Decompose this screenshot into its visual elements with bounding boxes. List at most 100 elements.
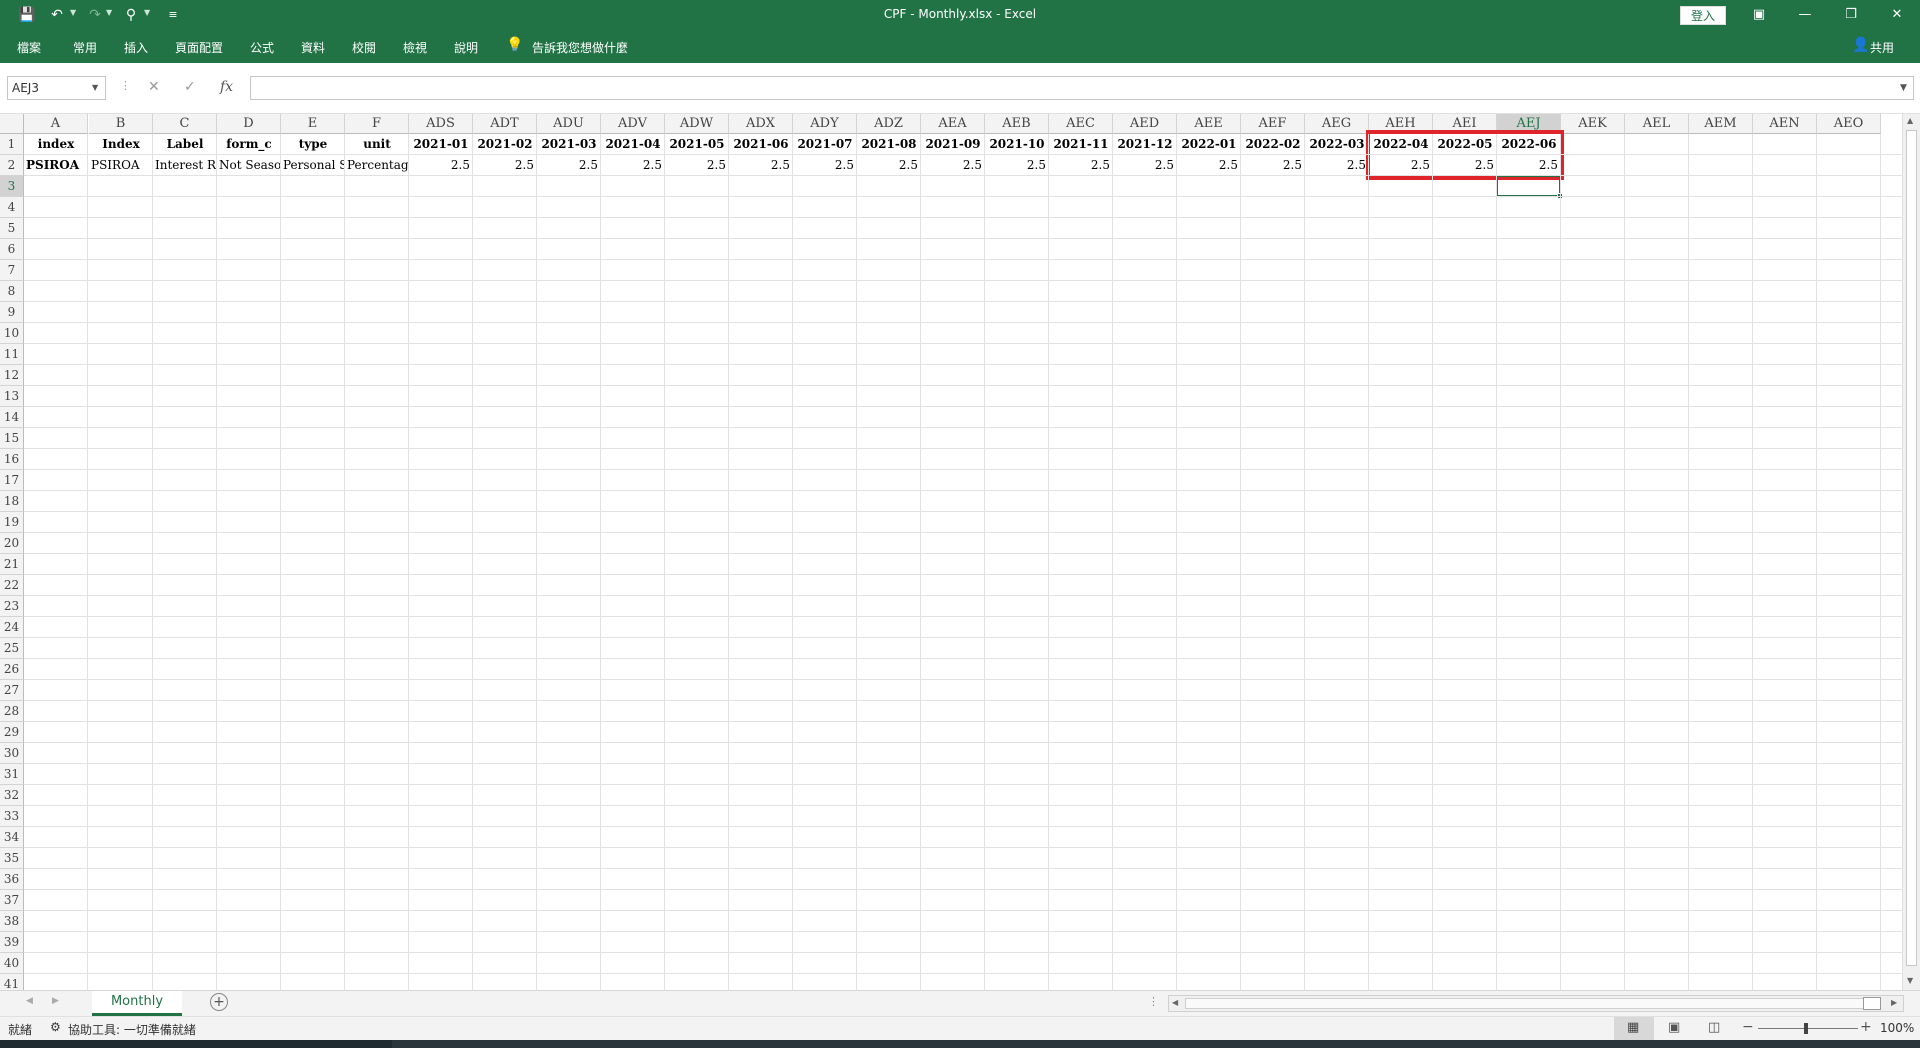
- sheet-tab-monthly[interactable]: Monthly: [92, 991, 182, 1016]
- row-header[interactable]: 37: [0, 890, 24, 911]
- row-header[interactable]: 41: [0, 974, 24, 990]
- column-header-aen[interactable]: AEN: [1753, 114, 1817, 134]
- horizontal-scroll-thumb[interactable]: [1863, 997, 1881, 1010]
- row-header[interactable]: 25: [0, 638, 24, 659]
- column-header-d[interactable]: D: [217, 114, 281, 134]
- scroll-left-icon[interactable]: ◀: [1172, 998, 1178, 1007]
- row-header[interactable]: 5: [0, 218, 24, 239]
- zoom-out-icon[interactable]: −: [1742, 1019, 1754, 1035]
- tab-insert[interactable]: 插入: [124, 39, 148, 56]
- accessibility-status[interactable]: 協助工具: 一切準備就緒: [68, 1021, 196, 1038]
- column-header-ads[interactable]: ADS: [409, 114, 473, 134]
- accessibility-icon[interactable]: ⚙: [50, 1020, 61, 1034]
- cell-adw2[interactable]: 2.5: [665, 155, 729, 176]
- column-header-b[interactable]: B: [89, 114, 153, 134]
- row-header[interactable]: 3: [0, 176, 24, 197]
- row-header[interactable]: 39: [0, 932, 24, 953]
- row-header[interactable]: 8: [0, 281, 24, 302]
- select-all-corner[interactable]: [0, 114, 24, 134]
- worksheet-grid[interactable]: A B C D E F ADS ADT ADU ADV ADW ADX ADY ADZ AEA AEB AEC A…: [0, 114, 1920, 990]
- cell-adv2[interactable]: 2.5: [601, 155, 665, 176]
- column-header-f[interactable]: F: [345, 114, 409, 134]
- close-icon[interactable]: ✕: [1874, 0, 1920, 30]
- tab-data[interactable]: 資料: [301, 39, 325, 56]
- column-header-aem[interactable]: AEM: [1689, 114, 1753, 134]
- cell-adv1[interactable]: 2021-04: [601, 134, 665, 155]
- cell-ady2[interactable]: 2.5: [793, 155, 857, 176]
- column-header-aee[interactable]: AEE: [1177, 114, 1241, 134]
- ribbon-display-options-icon[interactable]: ▣: [1736, 0, 1782, 30]
- scroll-up-icon[interactable]: ▲: [1907, 116, 1913, 125]
- column-header-adx[interactable]: ADX: [729, 114, 793, 134]
- minimize-icon[interactable]: —: [1782, 0, 1828, 30]
- cell-aee2[interactable]: 2.5: [1177, 155, 1241, 176]
- tab-home[interactable]: 常用: [73, 39, 97, 56]
- row-header[interactable]: 38: [0, 911, 24, 932]
- vertical-scrollbar[interactable]: ▲ ▼: [1902, 114, 1920, 990]
- row-header[interactable]: 14: [0, 407, 24, 428]
- vertical-scroll-thumb[interactable]: [1906, 130, 1917, 966]
- row-header[interactable]: 19: [0, 512, 24, 533]
- tab-formulas[interactable]: 公式: [250, 39, 274, 56]
- row-header[interactable]: 29: [0, 722, 24, 743]
- column-header-aea[interactable]: AEA: [921, 114, 985, 134]
- cell-c1[interactable]: Label: [153, 134, 217, 155]
- row-header[interactable]: 26: [0, 659, 24, 680]
- column-header-aeo[interactable]: AEO: [1817, 114, 1881, 134]
- row-header[interactable]: 6: [0, 239, 24, 260]
- cell-aef1[interactable]: 2022-02: [1241, 134, 1305, 155]
- tab-file[interactable]: 檔案: [17, 39, 41, 56]
- column-header-ady[interactable]: ADY: [793, 114, 857, 134]
- row-header[interactable]: 12: [0, 365, 24, 386]
- column-header-adw[interactable]: ADW: [665, 114, 729, 134]
- next-sheet-icon[interactable]: ▶: [52, 996, 59, 1006]
- tab-view[interactable]: 檢視: [403, 39, 427, 56]
- cell-adu1[interactable]: 2021-03: [537, 134, 601, 155]
- row-header[interactable]: 7: [0, 260, 24, 281]
- cell-adw1[interactable]: 2021-05: [665, 134, 729, 155]
- row-header[interactable]: 34: [0, 827, 24, 848]
- row-header[interactable]: 36: [0, 869, 24, 890]
- cell-ady1[interactable]: 2021-07: [793, 134, 857, 155]
- row-header[interactable]: 1: [0, 134, 24, 155]
- row-header[interactable]: 13: [0, 386, 24, 407]
- row-header[interactable]: 31: [0, 764, 24, 785]
- cell-d1[interactable]: form_c: [217, 134, 281, 155]
- cell-a1[interactable]: index: [24, 134, 88, 155]
- cell-d2[interactable]: Not Season: [217, 155, 281, 176]
- insert-function-icon[interactable]: fx: [220, 79, 233, 95]
- row-header[interactable]: 35: [0, 848, 24, 869]
- cell-adt2[interactable]: 2.5: [473, 155, 537, 176]
- row-header[interactable]: 28: [0, 701, 24, 722]
- tab-split-handle-icon[interactable]: ⋮: [1148, 995, 1159, 1008]
- cell-aec2[interactable]: 2.5: [1049, 155, 1113, 176]
- row-header[interactable]: 18: [0, 491, 24, 512]
- cell-adz2[interactable]: 2.5: [857, 155, 921, 176]
- row-header[interactable]: 22: [0, 575, 24, 596]
- cell-adu2[interactable]: 2.5: [537, 155, 601, 176]
- row-header[interactable]: 4: [0, 197, 24, 218]
- zoom-slider-thumb[interactable]: [1804, 1023, 1808, 1034]
- cell-b1[interactable]: Index: [89, 134, 153, 155]
- row-header[interactable]: 40: [0, 953, 24, 974]
- page-layout-view-icon[interactable]: ▣: [1668, 1020, 1680, 1035]
- column-header-adz[interactable]: ADZ: [857, 114, 921, 134]
- cell-e1[interactable]: type: [281, 134, 345, 155]
- row-header[interactable]: 11: [0, 344, 24, 365]
- cell-adx1[interactable]: 2021-06: [729, 134, 793, 155]
- row-header[interactable]: 9: [0, 302, 24, 323]
- cell-aea1[interactable]: 2021-09: [921, 134, 985, 155]
- cell-f1[interactable]: unit: [345, 134, 409, 155]
- page-break-view-icon[interactable]: ◫: [1708, 1020, 1720, 1035]
- column-header-aec[interactable]: AEC: [1049, 114, 1113, 134]
- column-header-aeg[interactable]: AEG: [1305, 114, 1369, 134]
- column-header-e[interactable]: E: [281, 114, 345, 134]
- cell-ads2[interactable]: 2.5: [409, 155, 473, 176]
- cell-b2[interactable]: PSIROA: [89, 155, 153, 176]
- tell-me-search[interactable]: 告訴我您想做什麼: [532, 39, 628, 56]
- row-header[interactable]: 16: [0, 449, 24, 470]
- row-header[interactable]: 23: [0, 596, 24, 617]
- column-header-a[interactable]: A: [24, 114, 88, 134]
- zoom-level[interactable]: 100%: [1880, 1021, 1914, 1035]
- cell-aea2[interactable]: 2.5: [921, 155, 985, 176]
